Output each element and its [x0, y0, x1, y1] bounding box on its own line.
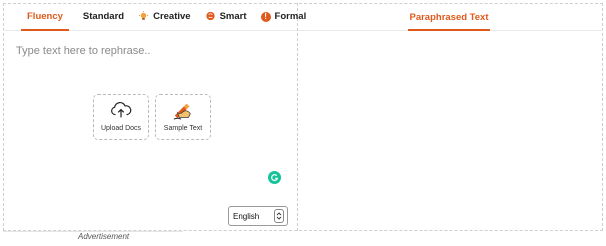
- panel-divider: [297, 3, 298, 231]
- tab-creative[interactable]: Creative: [138, 3, 191, 31]
- output-tabs: Paraphrased Text: [298, 3, 603, 31]
- formal-icon: !: [260, 11, 271, 22]
- grammarly-icon[interactable]: [268, 171, 281, 184]
- cloud-upload-icon: [111, 102, 132, 118]
- hand-writing-icon: [173, 103, 191, 120]
- tab-standard[interactable]: Standard: [83, 3, 124, 31]
- refresh-glyph-icon: [271, 174, 279, 182]
- advertisement-label: Advertisement: [78, 232, 130, 241]
- sample-text-label: Sample Text: [163, 125, 203, 132]
- upload-docs-label: Upload Docs: [100, 125, 142, 132]
- sample-text-button[interactable]: Sample Text: [155, 94, 211, 140]
- language-select[interactable]: English: [228, 206, 288, 226]
- brain-icon: [205, 11, 215, 21]
- language-selected: English: [233, 211, 260, 221]
- tab-smart[interactable]: Smart: [205, 3, 247, 31]
- select-arrows-icon: [274, 209, 284, 223]
- tab-standard-label: Standard: [82, 11, 125, 22]
- tab-creative-label: Creative: [153, 11, 191, 22]
- upload-docs-button[interactable]: Upload Docs: [93, 94, 149, 140]
- tab-fluency-label: Fluency: [27, 11, 63, 22]
- mode-tabs: Fluency Standard Creative Smart ! Formal: [3, 3, 306, 31]
- rephrase-input[interactable]: [16, 42, 286, 60]
- lightbulb-icon: [139, 11, 149, 20]
- tab-smart-label: Smart: [219, 11, 247, 22]
- tab-paraphrased-text[interactable]: Paraphrased Text: [408, 3, 490, 31]
- tab-fluency[interactable]: Fluency: [21, 3, 69, 31]
